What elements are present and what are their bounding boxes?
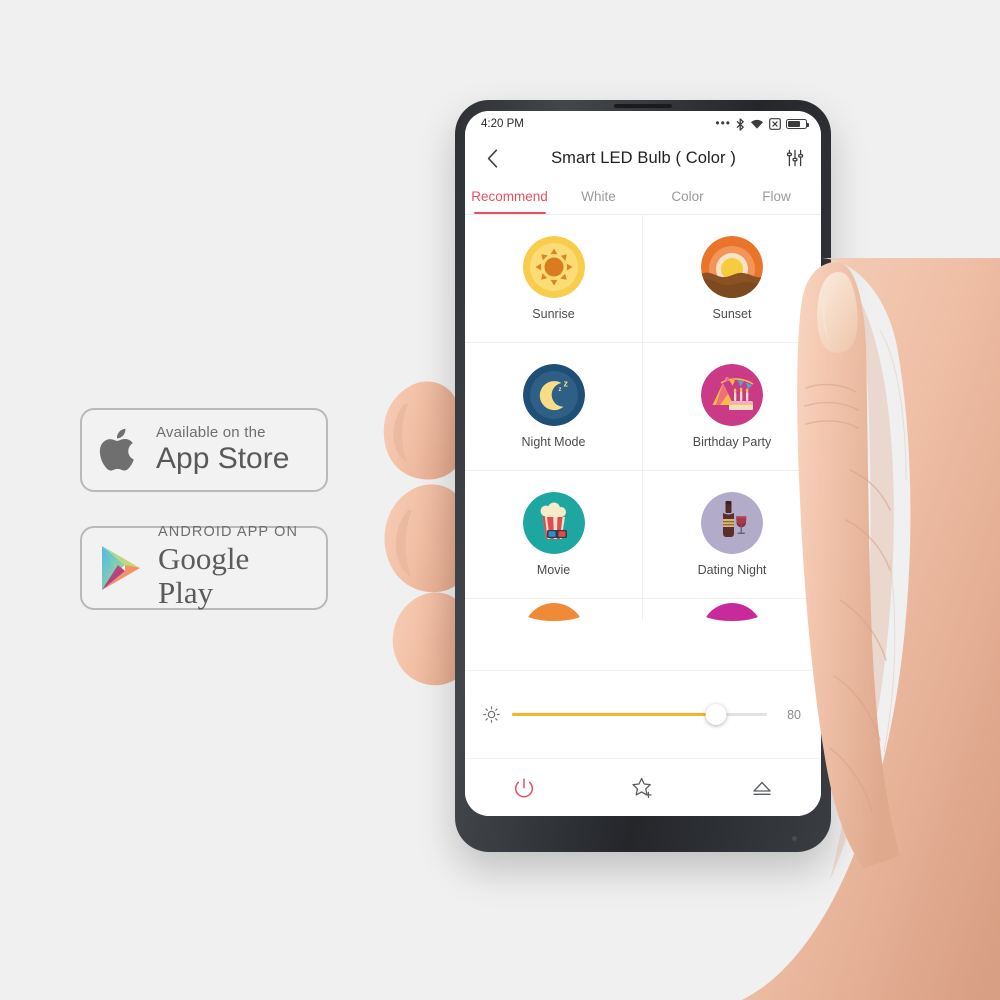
movie-icon	[522, 492, 585, 554]
add-favorite-button[interactable]	[584, 775, 703, 801]
slider-fill	[512, 712, 716, 717]
tab-color-label: Color	[671, 189, 704, 204]
scene-item-sunrise[interactable]: Sunrise	[465, 215, 643, 343]
google-play-badge[interactable]: ANDROID APP ON Google Play	[80, 524, 328, 611]
tab-white[interactable]: White	[554, 179, 643, 214]
eject-icon	[753, 781, 771, 795]
brightness-sun-icon	[483, 706, 500, 723]
google-play-badge-title: Google Play	[158, 541, 250, 611]
dating-night-icon	[701, 492, 763, 554]
wifi-icon	[751, 119, 763, 129]
partial-orange-icon	[523, 603, 585, 621]
partial-magenta-icon	[701, 603, 763, 621]
mode-tabs: Recommend White Color Flow	[465, 179, 821, 215]
apple-icon	[98, 424, 142, 476]
earpiece-speaker	[614, 104, 672, 108]
slider-thumb[interactable]	[705, 704, 727, 725]
tab-recommend[interactable]: Recommend	[465, 179, 554, 214]
svg-text:z: z	[563, 379, 568, 389]
sunrise-icon	[522, 236, 585, 298]
composition-stage: Available on the App Store ANDROID APP O…	[0, 0, 1000, 1000]
phone-screen: 4:20 PM ••• Smart LED Bulb (Color) Rec…	[465, 111, 821, 816]
page-title: Smart LED Bulb ( Color )	[551, 148, 736, 167]
power-icon	[515, 777, 534, 797]
brightness-value: 80	[787, 707, 801, 722]
scene-item-dating-night[interactable]: Dating Night	[643, 471, 821, 599]
microphone-dot	[792, 836, 797, 841]
status-bar: 4:20 PM •••	[465, 111, 821, 137]
eject-button[interactable]	[702, 776, 821, 800]
brightness-slider[interactable]	[512, 704, 767, 725]
sliders-icon	[786, 149, 804, 167]
bluetooth-icon	[736, 117, 744, 131]
scene-item-movie[interactable]: Movie	[465, 471, 643, 599]
birthday-party-icon	[701, 364, 763, 426]
store-badges: Available on the App Store ANDROID APP O…	[80, 408, 340, 644]
status-time: 4:20 PM	[481, 118, 524, 130]
scene-grid: Sunrise Sunset z z Night Mode Birthday P…	[465, 215, 821, 670]
scene-item-night-mode[interactable]: z z Night Mode	[465, 343, 643, 471]
app-bar: Smart LED Bulb ( Color )	[465, 137, 821, 179]
alarm-box-icon	[769, 118, 781, 130]
scene-item-partial-orange[interactable]	[465, 599, 643, 621]
scene-label-dating-night: Dating Night	[697, 563, 767, 577]
tab-color[interactable]: Color	[643, 179, 732, 214]
google-play-badge-subtitle: ANDROID APP ON	[158, 524, 299, 541]
scene-label-sunset: Sunset	[712, 307, 752, 321]
app-store-badge-title: App Store	[156, 442, 290, 476]
settings-button[interactable]	[782, 145, 808, 171]
status-icons: •••	[715, 115, 810, 131]
scene-label-night-mode: Night Mode	[521, 435, 586, 449]
tab-flow[interactable]: Flow	[732, 179, 821, 214]
more-dots-icon: •••	[715, 115, 731, 130]
power-button[interactable]	[465, 776, 584, 800]
sunset-icon	[701, 236, 763, 298]
svg-text:z: z	[558, 387, 561, 393]
scene-item-sunset[interactable]: Sunset	[643, 215, 821, 343]
bottom-action-bar	[465, 758, 821, 816]
tab-recommend-label: Recommend	[471, 189, 548, 204]
scene-label-sunrise: Sunrise	[532, 307, 575, 321]
scene-label-birthday-party: Birthday Party	[692, 435, 772, 449]
chevron-left-icon	[487, 148, 497, 168]
battery-icon	[786, 119, 810, 129]
scene-item-birthday-party[interactable]: Birthday Party	[643, 343, 821, 471]
back-button[interactable]	[479, 145, 505, 171]
scene-item-partial-magenta[interactable]	[643, 599, 821, 621]
tab-flow-label: Flow	[762, 189, 791, 204]
brightness-row: 80	[465, 670, 821, 758]
power-side-key[interactable]	[830, 318, 833, 372]
tab-white-label: White	[581, 189, 616, 204]
night-mode-icon: z z	[522, 364, 585, 426]
scene-label-movie: Movie	[536, 563, 571, 577]
phone-device: 4:20 PM ••• Smart LED Bulb (Color) Rec…	[455, 100, 833, 852]
app-store-badge-subtitle: Available on the	[156, 423, 266, 441]
star-add-icon	[632, 777, 652, 798]
app-store-badge[interactable]: Available on the App Store	[80, 408, 328, 492]
google-play-icon	[98, 543, 144, 593]
